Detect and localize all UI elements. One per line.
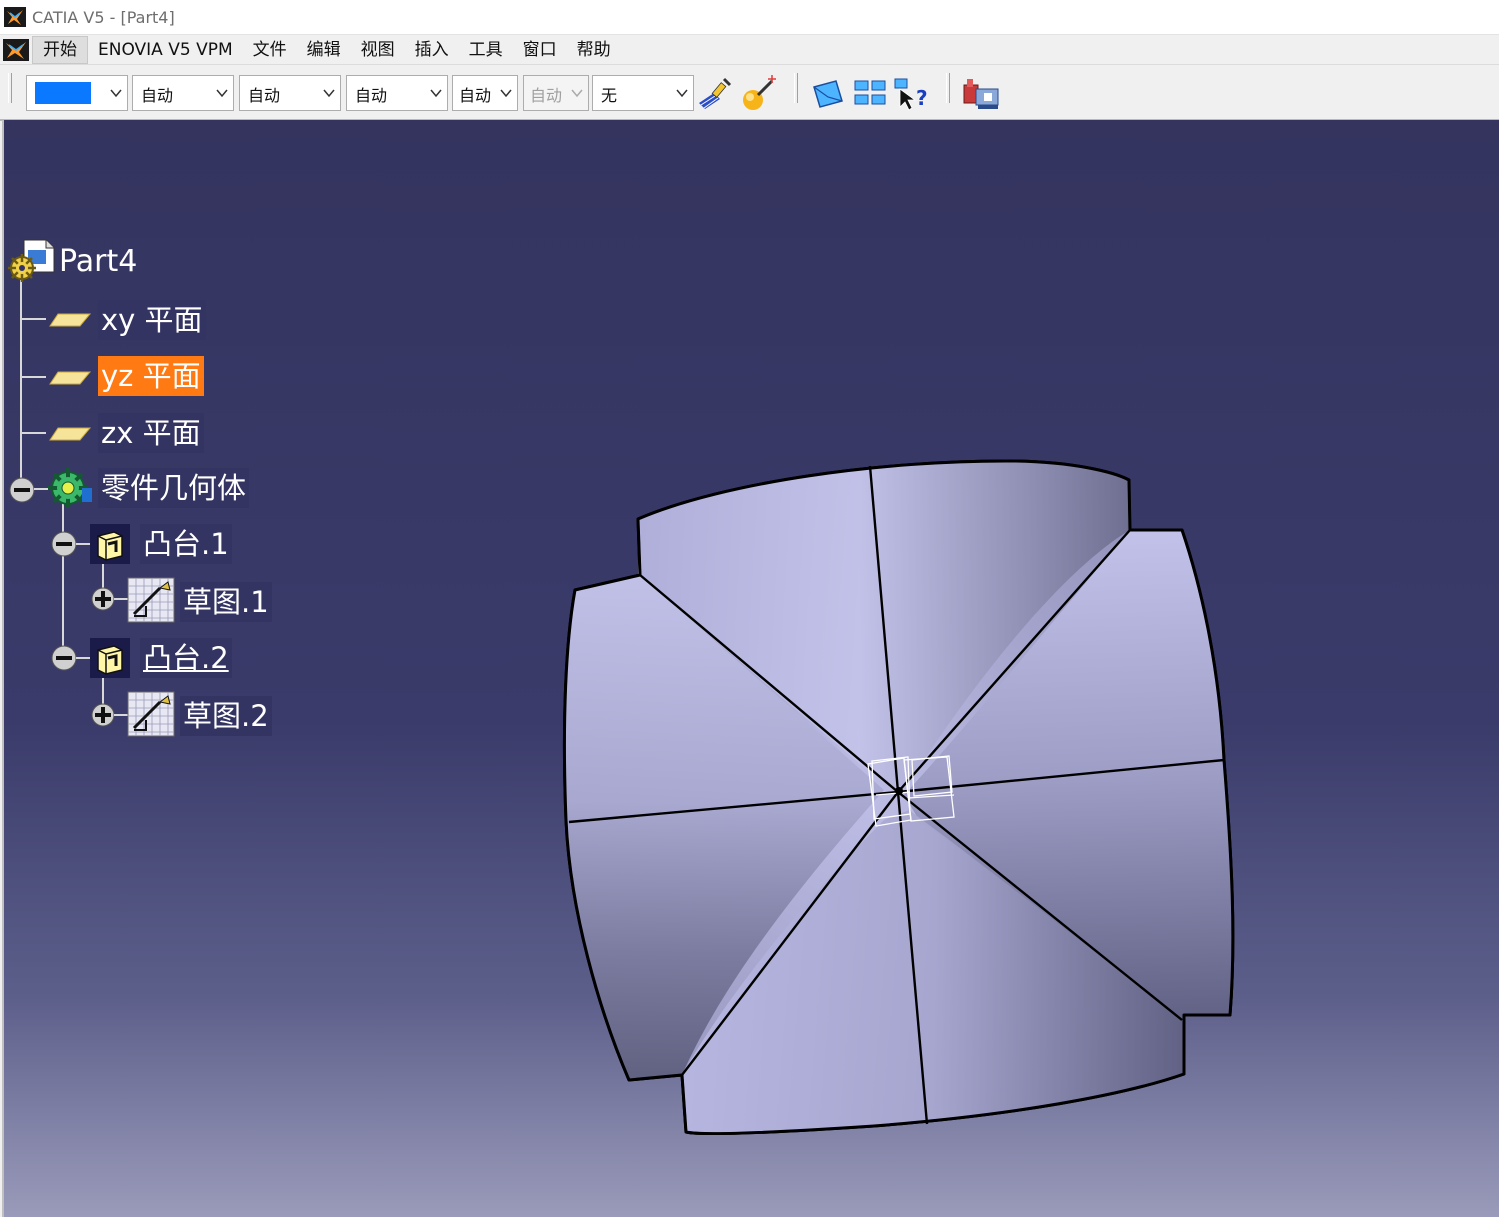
color-swatch xyxy=(35,82,91,104)
layer-combo[interactable]: 无 xyxy=(592,75,694,111)
3d-viewport[interactable]: Part4 xy 平面 yz 平面 zx 平面 零件几何体 凸台.1 草图.1 … xyxy=(2,120,1499,1217)
menu-window[interactable]: 窗口 xyxy=(513,36,567,64)
line-type-value: 自动 xyxy=(355,86,388,105)
svg-text:?: ? xyxy=(916,86,928,110)
line-thickness-value: 自动 xyxy=(248,86,281,105)
collapse-icon[interactable] xyxy=(50,644,78,672)
plane-icon[interactable] xyxy=(48,368,92,388)
graphic-properties-toolbar: 自动 自动 自动 自动 自动 无 ? xyxy=(0,64,1499,121)
chevron-down-icon xyxy=(571,89,583,98)
tree-item-sketch-2[interactable]: 草图.2 xyxy=(180,696,272,736)
layer-value: 无 xyxy=(601,86,618,105)
toolbar-grip[interactable] xyxy=(794,73,798,103)
tree-item-pad-1[interactable]: 凸台.1 xyxy=(140,524,232,564)
menu-file[interactable]: 文件 xyxy=(243,36,297,64)
collapse-icon[interactable] xyxy=(8,476,36,504)
painter-icon[interactable] xyxy=(696,75,734,113)
tree-connector xyxy=(20,318,46,320)
tree-connector xyxy=(62,498,64,658)
chevron-down-icon xyxy=(676,89,688,98)
collapse-icon[interactable] xyxy=(50,530,78,558)
tree-item-zx-plane[interactable]: zx 平面 xyxy=(98,413,204,453)
title-bar: CATIA V5 - [Part4] xyxy=(0,0,1499,35)
expand-icon[interactable] xyxy=(90,586,116,612)
menu-insert[interactable]: 插入 xyxy=(405,36,459,64)
menu-start[interactable]: 开始 xyxy=(32,35,88,64)
point-symbol-combo[interactable]: 自动 xyxy=(452,75,518,111)
pad-icon[interactable] xyxy=(88,522,132,566)
menu-edit[interactable]: 编辑 xyxy=(297,36,351,64)
transparency-combo[interactable]: 自动 xyxy=(132,75,234,111)
chevron-down-icon xyxy=(500,89,512,98)
tree-root-part4[interactable]: Part4 xyxy=(56,242,140,282)
menu-tools[interactable]: 工具 xyxy=(459,36,513,64)
chevron-down-icon xyxy=(323,89,335,98)
tree-item-xy-plane[interactable]: xy 平面 xyxy=(98,300,206,340)
chevron-down-icon xyxy=(110,89,122,98)
plane-icon[interactable] xyxy=(48,310,92,330)
line-type-combo[interactable]: 自动 xyxy=(346,75,448,111)
sketch-icon[interactable] xyxy=(126,576,176,624)
part-document-icon[interactable] xyxy=(6,238,56,284)
sketch-icon[interactable] xyxy=(126,690,176,738)
specification-tree: Part4 xy 平面 yz 平面 zx 平面 零件几何体 凸台.1 草图.1 … xyxy=(4,120,404,820)
body-gear-icon[interactable] xyxy=(46,466,94,510)
toolbar-grip[interactable] xyxy=(8,73,12,103)
expand-icon[interactable] xyxy=(90,702,116,728)
tree-connector xyxy=(20,280,22,490)
plane-view-icon[interactable] xyxy=(810,75,848,113)
menu-help[interactable]: 帮助 xyxy=(567,36,621,64)
chevron-down-icon xyxy=(216,89,228,98)
whats-this-help-icon[interactable]: ? xyxy=(892,75,930,113)
plane-icon[interactable] xyxy=(48,424,92,444)
toolbar-grip[interactable] xyxy=(946,73,950,103)
multi-view-icon[interactable] xyxy=(852,75,890,113)
menu-enovia[interactable]: ENOVIA V5 VPM xyxy=(88,36,243,64)
point-symbol-value: 自动 xyxy=(459,86,492,105)
enovia-save-icon[interactable] xyxy=(962,75,1000,113)
tree-item-yz-plane[interactable]: yz 平面 xyxy=(98,356,204,396)
tree-item-part-body[interactable]: 零件几何体 xyxy=(98,468,250,508)
rendering-style-value: 自动 xyxy=(530,86,563,105)
catia-logo-icon xyxy=(4,7,26,27)
tree-connector xyxy=(20,432,46,434)
menu-bar: 开始 ENOVIA V5 VPM 文件 编辑 视图 插入 工具 窗口 帮助 xyxy=(0,35,1499,64)
origin-point xyxy=(895,787,903,795)
transparency-value: 自动 xyxy=(141,86,174,105)
tree-connector xyxy=(20,376,46,378)
menu-view[interactable]: 视图 xyxy=(351,36,405,64)
chevron-down-icon xyxy=(430,89,442,98)
catia-menu-logo-icon[interactable] xyxy=(2,38,30,62)
tree-item-sketch-1[interactable]: 草图.1 xyxy=(180,582,272,622)
line-thickness-combo[interactable]: 自动 xyxy=(239,75,341,111)
window-title: CATIA V5 - [Part4] xyxy=(32,7,175,27)
color-combo[interactable] xyxy=(26,75,128,111)
pad-icon[interactable] xyxy=(88,636,132,680)
tree-item-pad-2[interactable]: 凸台.2 xyxy=(140,638,232,678)
rendering-style-combo[interactable]: 自动 xyxy=(523,75,589,111)
graphic-properties-icon[interactable] xyxy=(740,75,778,113)
